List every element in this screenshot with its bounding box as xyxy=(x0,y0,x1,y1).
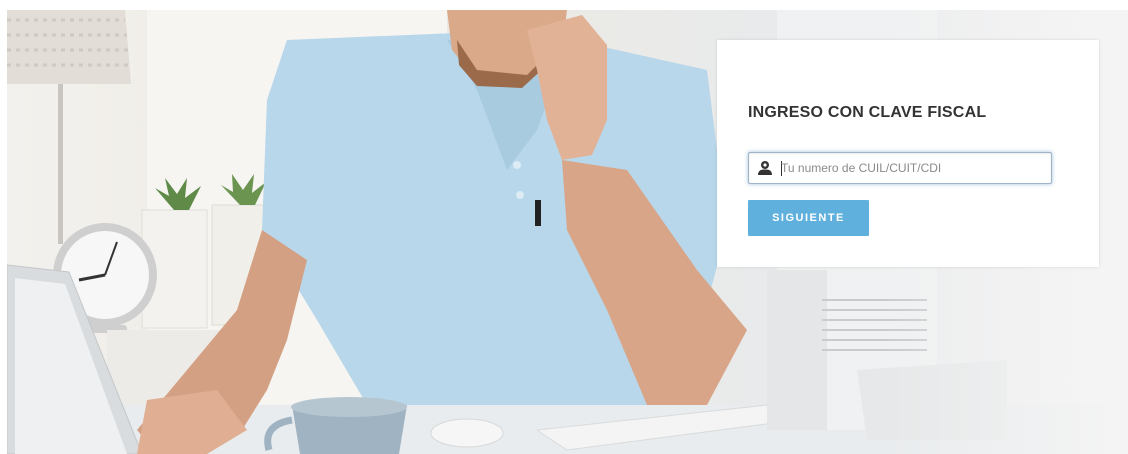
cuit-input[interactable] xyxy=(781,153,1047,183)
login-title: INGRESO CON CLAVE FISCAL xyxy=(748,104,987,121)
user-icon xyxy=(758,161,772,175)
next-button[interactable]: SIGUIENTE xyxy=(748,200,869,236)
login-card: INGRESO CON CLAVE FISCAL SIGUIENTE xyxy=(717,40,1099,267)
cuit-input-wrapper[interactable] xyxy=(748,152,1052,184)
